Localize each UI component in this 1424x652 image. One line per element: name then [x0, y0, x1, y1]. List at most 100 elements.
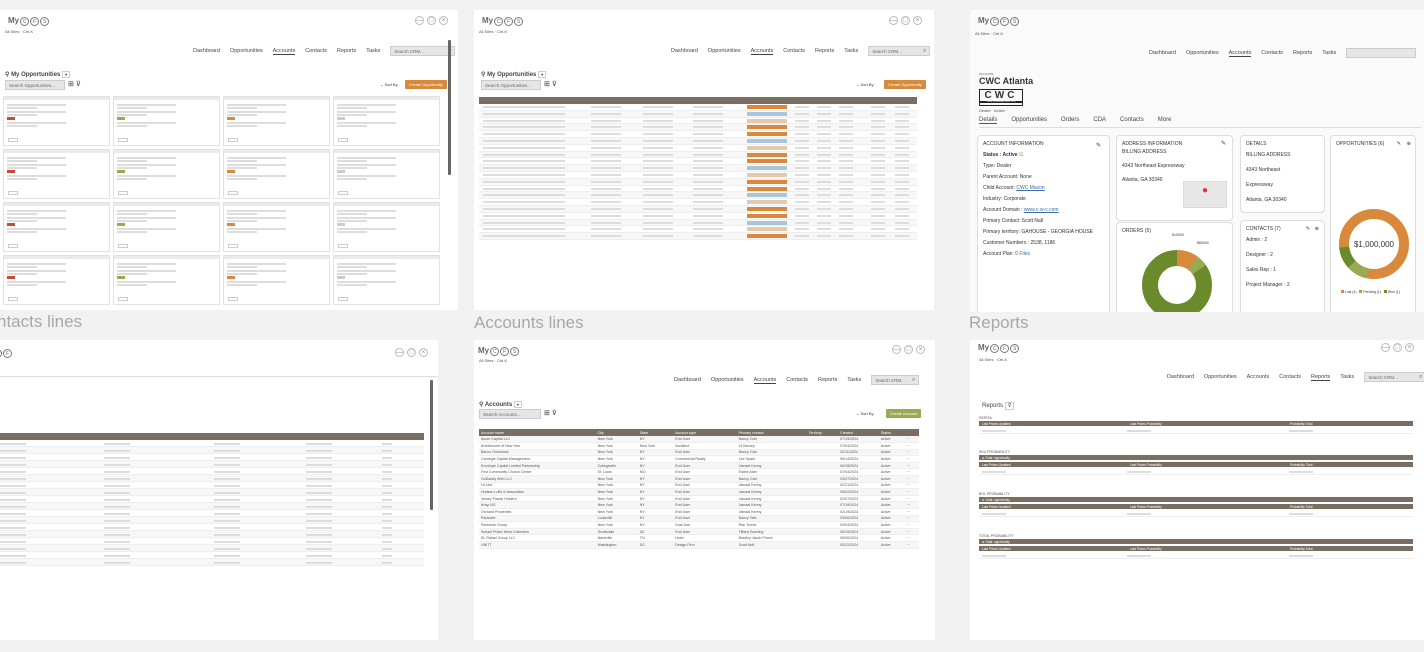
opportunity-card[interactable]	[3, 255, 110, 305]
table-row[interactable]	[0, 552, 424, 559]
column-header[interactable]: Status	[878, 429, 905, 436]
nav-reports[interactable]: Reports	[337, 48, 356, 54]
table-row[interactable]	[0, 538, 424, 545]
search-input[interactable]: Search CRM...⌕	[871, 375, 920, 385]
table-row[interactable]: First Community Church Center St. Louis MO…	[479, 468, 919, 477]
nav-dashboard[interactable]: Dashboard	[671, 48, 698, 54]
opportunity-card[interactable]	[223, 96, 330, 146]
scrollbar[interactable]	[430, 380, 433, 510]
row-menu-icon[interactable]: ⋯	[904, 455, 919, 463]
table-row[interactable]	[479, 233, 917, 240]
row-menu-icon[interactable]: ⋯	[904, 541, 919, 549]
table-row[interactable]	[479, 104, 917, 111]
nav-opportunities[interactable]: Opportunities	[711, 377, 744, 383]
account-search[interactable]: Search Accounts...	[479, 409, 541, 419]
table-row[interactable]	[0, 496, 424, 503]
row-menu-icon[interactable]: ⋯	[904, 508, 919, 516]
table-row[interactable]	[479, 110, 917, 118]
table-row[interactable]: Krisp NG New York NY End User Jamaal Kenny 07…	[479, 501, 919, 510]
opportunity-search[interactable]: Search Opportunities...	[481, 80, 541, 90]
orders-donut[interactable]	[1125, 237, 1225, 312]
nav-tasks[interactable]: Tasks	[1322, 50, 1336, 56]
table-row[interactable]	[479, 131, 917, 138]
nav-tasks[interactable]: Tasks	[847, 377, 861, 383]
table-row[interactable]: St. Rafael Group LLC Nashville TN Hotel Brad…	[479, 534, 919, 542]
create-opportunity-button[interactable]: Create Opportunity	[884, 80, 926, 89]
table-row[interactable]	[0, 517, 424, 524]
report-group-bar[interactable]: ⊕ Total: opportunity	[979, 497, 1413, 502]
table-row[interactable]	[479, 151, 917, 159]
column-header[interactable]: Territory	[806, 429, 839, 436]
table-row[interactable]	[0, 461, 424, 468]
table-row[interactable]: Schaul Public Work Collection Scottsdale A…	[479, 528, 919, 536]
nav-contacts[interactable]: Contacts	[305, 48, 327, 54]
table-row[interactable]	[0, 475, 424, 482]
table-row[interactable]	[0, 482, 424, 489]
table-row[interactable]: Banco Goldmans New York NY End User Nancy Co…	[479, 449, 919, 457]
account-plan-link[interactable]: 0 Files	[1015, 251, 1030, 257]
nav-accounts[interactable]: Accounts	[1228, 50, 1252, 57]
column-header[interactable]: Account type	[673, 429, 737, 436]
row-menu-icon[interactable]: ⋯	[904, 482, 919, 490]
row-menu-icon[interactable]: ⋯	[904, 468, 919, 477]
tab-cda[interactable]: CDA	[1093, 117, 1106, 124]
table-row[interactable]: Carnegie Capital Management New York NY Com…	[479, 455, 919, 463]
row-menu-icon[interactable]: ⋯	[904, 528, 919, 536]
report-row[interactable]	[979, 469, 1413, 475]
sort-dropdown[interactable]: ⌄ Sort By	[380, 82, 398, 87]
table-row[interactable]	[479, 158, 917, 166]
window-controls[interactable]: — □ ×	[886, 16, 922, 25]
search-input[interactable]: Search CRM...⌕	[868, 46, 931, 56]
map-thumbnail[interactable]: ●	[1183, 181, 1227, 208]
table-row[interactable]	[479, 178, 917, 186]
filter-icon[interactable]: ⊞ ⊽	[544, 80, 557, 88]
opportunity-card[interactable]	[113, 255, 220, 305]
search-input[interactable]: Search CRM...⌕	[1364, 372, 1424, 382]
nav-accounts[interactable]: Accounts	[272, 48, 296, 55]
column-header[interactable]: City	[595, 429, 638, 436]
table-row[interactable]	[479, 137, 917, 145]
opportunity-card[interactable]	[113, 96, 220, 146]
table-row[interactable]	[479, 219, 917, 227]
table-row[interactable]	[0, 524, 424, 531]
table-row[interactable]	[479, 185, 917, 193]
table-row[interactable]	[0, 503, 424, 510]
table-row[interactable]	[479, 212, 917, 220]
child-account-link[interactable]: CWC Macon	[1016, 185, 1044, 191]
create-opportunity-button[interactable]: Create Opportunity	[405, 80, 447, 89]
report-row[interactable]	[979, 428, 1413, 434]
row-menu-icon[interactable]: ⋯	[904, 442, 919, 450]
nav-accounts[interactable]: Accounts	[750, 48, 774, 55]
nav-dashboard[interactable]: Dashboard	[1149, 50, 1176, 56]
add-icon[interactable]: ⊕	[1407, 141, 1411, 147]
opportunity-card[interactable]	[3, 202, 110, 252]
row-menu-icon[interactable]: ⋯	[904, 515, 919, 523]
row-menu-icon[interactable]: ⋯	[904, 475, 919, 483]
scrollbar[interactable]	[448, 40, 451, 175]
opportunity-card[interactable]	[113, 149, 220, 199]
nav-opportunities[interactable]: Opportunities	[1186, 50, 1219, 56]
add-icon[interactable]: ⊕	[1315, 226, 1319, 232]
opportunity-card[interactable]	[223, 149, 330, 199]
table-row[interactable]	[479, 205, 917, 213]
table-row[interactable]	[0, 454, 424, 461]
row-menu-icon[interactable]: ⋯	[904, 462, 919, 470]
nav-tasks[interactable]: Tasks	[366, 48, 380, 54]
table-row[interactable]	[479, 226, 917, 234]
create-account-button[interactable]: Create Account	[886, 409, 922, 418]
nav-contacts[interactable]: Contacts	[786, 377, 808, 383]
row-menu-icon[interactable]: ⋯	[904, 495, 919, 503]
table-row[interactable]: Architecture of New York New York New York…	[479, 442, 919, 450]
search-input[interactable]: Search CRM...⌕	[390, 46, 456, 56]
window-controls[interactable]: — □ ×	[412, 16, 448, 25]
table-row[interactable]: Hi-Line New York NY End User Jamaal Kenny 02/…	[479, 482, 919, 490]
column-header[interactable]: Account name	[479, 429, 596, 436]
nav-reports[interactable]: Reports	[818, 377, 837, 383]
nav-tasks[interactable]: Tasks	[844, 48, 858, 54]
window-controls[interactable]: — □ ×	[1378, 343, 1414, 352]
row-menu-icon[interactable]: ⋯	[904, 521, 919, 529]
window-controls[interactable]: — □ ×	[889, 345, 925, 354]
table-row[interactable]	[0, 468, 424, 475]
row-menu-icon[interactable]: ⋯	[904, 534, 919, 542]
nav-accounts[interactable]: Accounts	[753, 377, 777, 384]
